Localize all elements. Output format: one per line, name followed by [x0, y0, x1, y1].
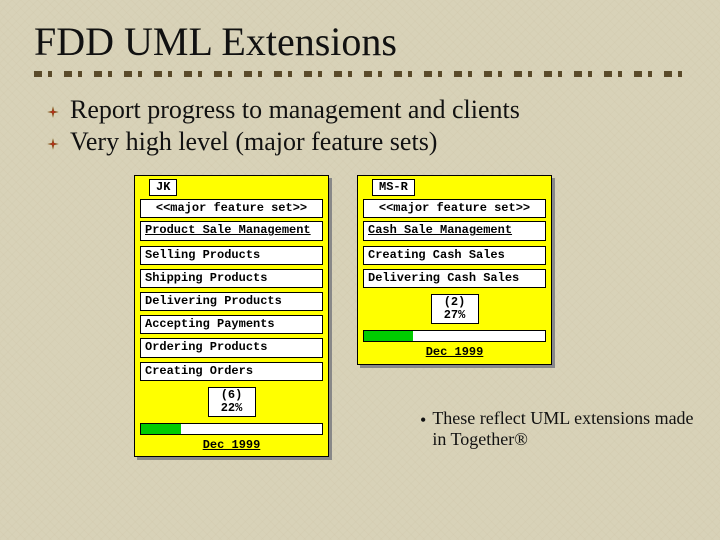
footnote-text: These reflect UML extensions made in Tog… [432, 408, 700, 450]
percent-complete: 27% [434, 309, 476, 322]
feature-set-name: Product Sale Management [140, 221, 323, 240]
target-date: Dec 1999 [135, 437, 328, 456]
feature-row: Creating Cash Sales [363, 246, 546, 265]
progress-fill [364, 331, 413, 341]
stereotype-label: <<major feature set>> [140, 199, 323, 218]
progress-fill [141, 424, 181, 434]
feature-count: (6) [211, 389, 253, 402]
bullet-text: Report progress to management and client… [70, 95, 520, 125]
progress-bar [363, 330, 546, 342]
bullet-dot-icon: • [420, 410, 426, 450]
feature-set-name: Cash Sale Management [363, 221, 546, 240]
bullet-text: Very high level (major feature sets) [70, 127, 437, 157]
feature-set-card: MS-R <<major feature set>> Cash Sale Man… [357, 175, 552, 365]
title-underline [34, 71, 686, 77]
footnote: • These reflect UML extensions made in T… [420, 408, 700, 450]
star-icon [46, 137, 60, 151]
stereotype-label: <<major feature set>> [363, 199, 546, 218]
stats-box: (6) 22% [208, 387, 256, 417]
owner-tab: JK [149, 179, 177, 196]
feature-row: Delivering Products [140, 292, 323, 311]
feature-row: Creating Orders [140, 362, 323, 381]
bullet-list: Report progress to management and client… [46, 95, 686, 157]
feature-row: Accepting Payments [140, 315, 323, 334]
bullet-item: Report progress to management and client… [46, 95, 686, 125]
target-date: Dec 1999 [358, 344, 551, 363]
progress-bar [140, 423, 323, 435]
bullet-item: Very high level (major feature sets) [46, 127, 686, 157]
percent-complete: 22% [211, 402, 253, 415]
stats-box: (2) 27% [431, 294, 479, 324]
feature-row: Ordering Products [140, 338, 323, 357]
feature-row: Selling Products [140, 246, 323, 265]
feature-set-card: JK <<major feature set>> Product Sale Ma… [134, 175, 329, 457]
star-icon [46, 105, 60, 119]
slide-title: FDD UML Extensions [34, 18, 686, 65]
owner-tab: MS-R [372, 179, 415, 196]
feature-row: Shipping Products [140, 269, 323, 288]
feature-row: Delivering Cash Sales [363, 269, 546, 288]
